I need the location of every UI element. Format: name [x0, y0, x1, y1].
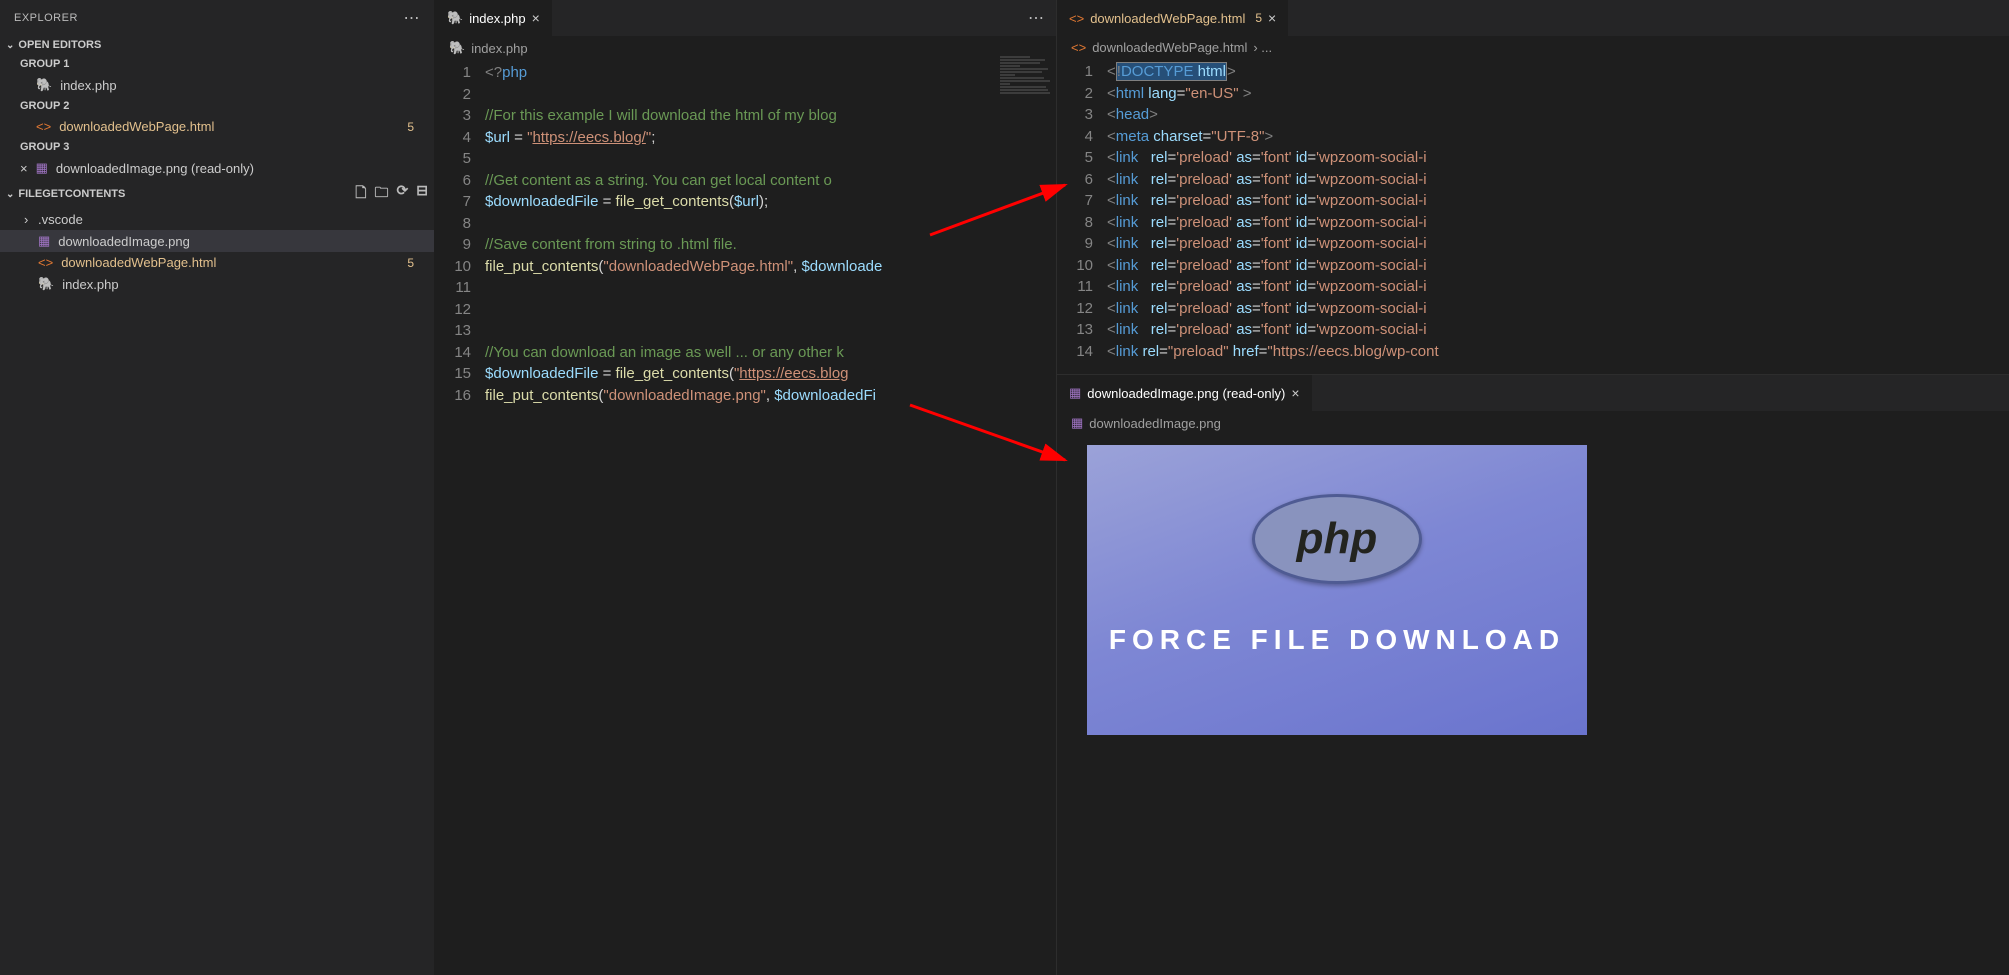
folder-label: FILEGETCONTENTS [18, 188, 125, 200]
image-icon: ▦ [1069, 385, 1081, 401]
tab-label: downloadedImage.png (read-only) [1087, 386, 1285, 401]
refresh-icon[interactable]: ⟳ [397, 182, 409, 206]
html-icon: <> [36, 119, 51, 134]
breadcrumb[interactable]: 🐘 index.php [435, 36, 1056, 60]
php-icon: 🐘 [38, 276, 54, 292]
folder-item[interactable]: › .vscode [0, 209, 434, 230]
open-editor-item[interactable]: × ▦ downloadedImage.png (read-only) [0, 157, 434, 179]
image-preview[interactable]: php FORCE FILE DOWNLOAD [1057, 435, 2009, 975]
php-logo-text: php [1297, 514, 1378, 564]
breadcrumb[interactable]: ▦ downloadedImage.png [1057, 411, 2009, 435]
breadcrumb-label: index.php [471, 41, 527, 56]
open-editors-header[interactable]: ⌄ OPEN EDITORS [0, 36, 434, 54]
folder-header[interactable]: ⌄ FILEGETCONTENTS 🗋 🗀 ⟳ ⊟ [0, 179, 434, 209]
file-name: downloadedWebPage.html [59, 119, 214, 134]
collapse-icon[interactable]: ⊟ [416, 182, 428, 206]
file-item[interactable]: 🐘 index.php [0, 273, 434, 295]
problems-badge: 5 [407, 120, 414, 134]
explorer-sidebar: EXPLORER ⋯ ⌄ OPEN EDITORS GROUP 1 🐘 inde… [0, 0, 435, 975]
editor-group-1: 🐘 index.php × ⋯ 🐘 index.php 123456789101… [435, 0, 1057, 975]
new-file-icon[interactable]: 🗋 [355, 182, 366, 206]
php-logo: php [1252, 494, 1422, 584]
folder-name: .vscode [38, 212, 83, 227]
tab-index-php[interactable]: 🐘 index.php × [435, 0, 553, 36]
explorer-more-icon[interactable]: ⋯ [404, 8, 421, 28]
group-label: GROUP 2 [0, 96, 434, 116]
explorer-title: EXPLORER [14, 12, 78, 24]
code-editor[interactable]: 1234567891011121314 <!DOCTYPE html><html… [1057, 59, 2009, 374]
open-editor-item[interactable]: <> downloadedWebPage.html 5 [0, 116, 434, 137]
file-name: downloadedImage.png (read-only) [56, 161, 254, 176]
close-icon[interactable]: × [532, 10, 540, 26]
close-icon[interactable]: × [20, 161, 28, 176]
tab-label: index.php [469, 11, 525, 26]
code-lines[interactable]: <!DOCTYPE html><html lang="en-US" ><head… [1107, 59, 2009, 374]
preview-image: php FORCE FILE DOWNLOAD [1087, 445, 1587, 735]
chevron-right-icon: › [24, 212, 38, 227]
tab-bar: 🐘 index.php × ⋯ [435, 0, 1056, 36]
minimap[interactable] [996, 36, 1056, 336]
breadcrumb-more: › ... [1253, 40, 1272, 55]
editor-group-3: ▦ downloadedImage.png (read-only) × ▦ do… [1057, 374, 2009, 975]
editor-more-icon[interactable]: ⋯ [1028, 8, 1056, 28]
close-icon[interactable]: × [1291, 385, 1299, 401]
code-editor[interactable]: 12345678910111213141516 <?php //For this… [435, 60, 1056, 975]
file-name: index.php [60, 78, 116, 93]
html-icon: <> [38, 255, 53, 270]
chevron-down-icon: ⌄ [6, 40, 14, 51]
file-item[interactable]: <> downloadedWebPage.html 5 [0, 252, 434, 273]
image-caption: FORCE FILE DOWNLOAD [1109, 624, 1565, 656]
php-icon: 🐘 [36, 77, 52, 93]
html-icon: <> [1069, 11, 1084, 26]
close-icon[interactable]: × [1268, 10, 1276, 26]
chevron-down-icon: ⌄ [6, 189, 14, 200]
problems-badge: 5 [407, 256, 414, 270]
php-icon: 🐘 [447, 10, 463, 26]
code-lines[interactable]: <?php //For this example I will download… [485, 60, 1056, 975]
file-name: downloadedImage.png [58, 234, 190, 249]
folder-actions: 🗋 🗀 ⟳ ⊟ [355, 182, 428, 206]
html-icon: <> [1071, 40, 1086, 55]
breadcrumb[interactable]: <> downloadedWebPage.html › ... [1057, 36, 2009, 59]
group-label: GROUP 1 [0, 54, 434, 74]
group-label: GROUP 3 [0, 137, 434, 157]
tab-bar: <> downloadedWebPage.html 5 × [1057, 0, 2009, 36]
php-icon: 🐘 [449, 40, 465, 56]
tab-label: downloadedWebPage.html [1090, 11, 1245, 26]
breadcrumb-label: downloadedImage.png [1089, 416, 1221, 431]
open-editor-item[interactable]: 🐘 index.php [0, 74, 434, 96]
image-icon: ▦ [38, 233, 50, 249]
file-name: downloadedWebPage.html [61, 255, 216, 270]
file-tree: › .vscode ▦ downloadedImage.png <> downl… [0, 209, 434, 295]
file-item[interactable]: ▦ downloadedImage.png [0, 230, 434, 252]
explorer-header: EXPLORER ⋯ [0, 0, 434, 36]
editor-column-right: <> downloadedWebPage.html 5 × <> downloa… [1057, 0, 2009, 975]
breadcrumb-label: downloadedWebPage.html [1092, 40, 1247, 55]
editor-area: 🐘 index.php × ⋯ 🐘 index.php 123456789101… [435, 0, 2009, 975]
tab-downloaded-html[interactable]: <> downloadedWebPage.html 5 × [1057, 0, 1289, 36]
editor-group-2: <> downloadedWebPage.html 5 × <> downloa… [1057, 0, 2009, 374]
line-gutter: 12345678910111213141516 [435, 60, 485, 975]
file-name: index.php [62, 277, 118, 292]
new-folder-icon[interactable]: 🗀 [375, 182, 389, 206]
problems-badge: 5 [1255, 11, 1262, 25]
image-icon: ▦ [36, 160, 48, 176]
open-editors-list: GROUP 1 🐘 index.php GROUP 2 <> downloade… [0, 54, 434, 179]
open-editors-label: OPEN EDITORS [18, 39, 101, 51]
tab-downloaded-image[interactable]: ▦ downloadedImage.png (read-only) × [1057, 375, 1313, 411]
tab-bar: ▦ downloadedImage.png (read-only) × [1057, 375, 2009, 411]
line-gutter: 1234567891011121314 [1057, 59, 1107, 374]
image-icon: ▦ [1071, 415, 1083, 431]
